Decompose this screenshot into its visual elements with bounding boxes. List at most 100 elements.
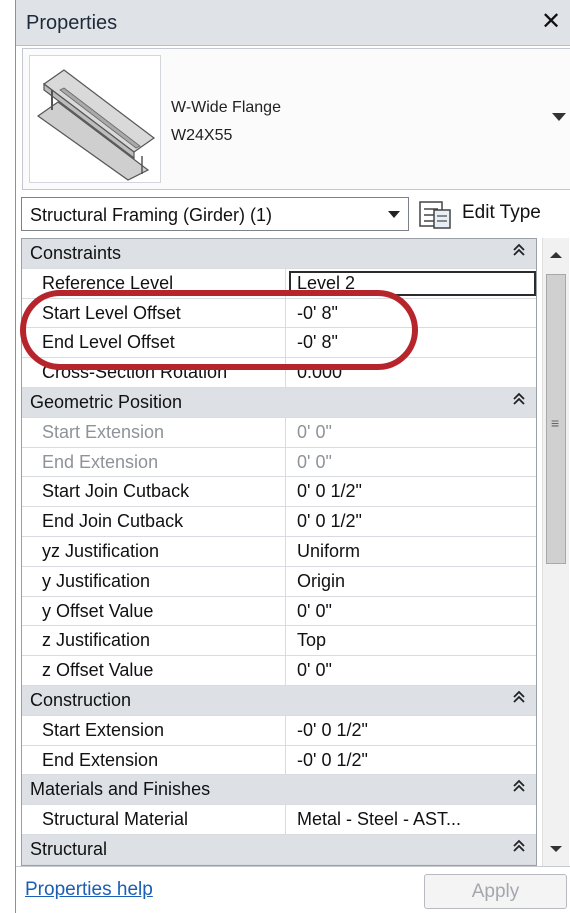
parameter-value: 0' 0" xyxy=(297,421,332,442)
parameter-name-cell: z Justification xyxy=(22,626,286,656)
parameter-value: -0' 8" xyxy=(297,302,338,323)
scroll-thumb[interactable]: ≡ xyxy=(546,274,566,564)
group-header[interactable]: Structural xyxy=(22,834,536,865)
parameter-row: z Offset Value 0' 0" xyxy=(22,656,536,686)
instance-filter-dropdown[interactable]: Structural Framing (Girder) (1) xyxy=(21,197,409,231)
group-label: Geometric Position xyxy=(30,391,183,412)
active-edit-field[interactable] xyxy=(289,270,536,296)
parameter-name: Start Extension xyxy=(42,719,165,740)
parameter-name: Structural Material xyxy=(42,809,189,830)
group-header[interactable]: Constraints xyxy=(22,239,536,269)
parameter-value: Uniform xyxy=(297,540,361,561)
parameter-value: -0' 0 1/2" xyxy=(297,749,368,770)
properties-palette: Properties ✕ W-Wide Flange W24X55 Struct… xyxy=(15,0,570,913)
parameter-name: y Offset Value xyxy=(42,600,154,621)
collapse-icon[interactable] xyxy=(512,839,526,857)
steel-beam-icon xyxy=(29,55,161,183)
parameter-value: 0' 0" xyxy=(297,451,332,472)
parameter-row: Start Level Offset -0' 8" xyxy=(22,298,536,329)
collapse-icon[interactable] xyxy=(512,243,526,261)
parameter-name: z Justification xyxy=(42,630,151,651)
parameter-row: End Join Cutback 0' 0 1/2" xyxy=(22,507,536,537)
parameter-name-cell: Start Join Cutback xyxy=(22,477,286,507)
parameter-name: End Extension xyxy=(42,451,159,472)
parameter-row: z Justification Top xyxy=(22,626,536,657)
parameter-name-cell: Structural Material xyxy=(22,805,286,834)
chevron-down-icon[interactable] xyxy=(388,211,400,218)
parameter-row: Reference Level Level 2 xyxy=(22,268,536,299)
parameter-name-cell: yz Justification xyxy=(22,536,286,566)
parameter-name-cell: Start Extension xyxy=(22,417,286,447)
parameter-value: Origin xyxy=(297,570,346,591)
edit-type-button[interactable]: Edit Type xyxy=(416,196,568,232)
group-header[interactable]: Construction xyxy=(22,685,536,716)
parameter-name-cell: End Join Cutback xyxy=(22,507,286,536)
type-family-label: W-Wide Flange xyxy=(171,99,281,116)
window-title: Properties xyxy=(26,12,118,34)
parameter-row: y Offset Value 0' 0" xyxy=(22,596,536,627)
vertical-scrollbar[interactable]: ≡ xyxy=(542,238,569,866)
collapse-icon[interactable] xyxy=(512,690,526,708)
parameter-value: 0' 0 1/2" xyxy=(297,511,362,532)
properties-grid: Constraints Reference Level Level 2 Start L… xyxy=(21,238,537,866)
parameter-name: Start Level Offset xyxy=(42,302,181,323)
parameter-row: End Level Offset -0' 8" xyxy=(22,328,536,359)
instance-filter-value: Structural Framing (Girder) (1) xyxy=(30,205,273,225)
scroll-up-icon[interactable] xyxy=(550,252,562,258)
parameter-name: Start Join Cutback xyxy=(42,481,190,502)
palette-footer: Properties help Apply xyxy=(16,866,570,913)
grip-icon: ≡ xyxy=(551,415,560,431)
parameter-name-cell: Cross-Section Rotation xyxy=(22,358,286,387)
parameter-name-cell: Reference Level xyxy=(22,268,286,298)
chevron-down-icon[interactable] xyxy=(552,113,566,121)
parameter-name: Cross-Section Rotation xyxy=(42,362,228,383)
title-bar[interactable]: Properties ✕ xyxy=(16,0,570,46)
parameter-value: Top xyxy=(297,630,327,651)
parameter-name-cell: End Level Offset xyxy=(22,328,286,358)
type-selector[interactable]: W-Wide Flange W24X55 xyxy=(22,48,570,190)
scroll-down-icon[interactable] xyxy=(550,846,562,852)
parameter-row: Start Extension -0' 0 1/2" xyxy=(22,715,536,746)
group-label: Materials and Finishes xyxy=(30,779,211,800)
group-label: Construction xyxy=(30,689,132,710)
parameter-name-cell: Start Level Offset xyxy=(22,298,286,328)
collapse-icon[interactable] xyxy=(512,392,526,410)
parameter-row: yz Justification Uniform xyxy=(22,536,536,567)
group-header[interactable]: Geometric Position xyxy=(22,387,536,418)
parameter-name: Start Extension xyxy=(42,421,165,442)
parameter-name: z Offset Value xyxy=(42,660,154,681)
parameter-name-cell: y Offset Value xyxy=(22,596,286,626)
collapse-icon[interactable] xyxy=(512,779,526,797)
type-name-label: W24X55 xyxy=(171,127,233,144)
parameter-value: 0' 0" xyxy=(297,660,332,681)
parameter-row: Cross-Section Rotation 0.000° xyxy=(22,358,536,388)
parameter-row: y Justification Origin xyxy=(22,566,536,597)
parameter-value: 0' 0" xyxy=(297,600,332,621)
parameter-name: Reference Level xyxy=(42,272,174,293)
parameter-value: 0.000° xyxy=(297,362,350,383)
properties-help-link[interactable]: Properties help xyxy=(25,879,153,901)
group-label: Structural xyxy=(30,838,108,859)
parameter-row: Start Extension 0' 0" xyxy=(22,417,536,448)
parameter-name-cell: End Extension xyxy=(22,447,286,477)
parameter-row: End Extension -0' 0 1/2" xyxy=(22,745,536,776)
parameter-row: Start Join Cutback 0' 0 1/2" xyxy=(22,477,536,508)
parameter-name: End Level Offset xyxy=(42,332,175,353)
parameter-name: yz Justification xyxy=(42,540,160,561)
parameter-value: -0' 0 1/2" xyxy=(297,719,368,740)
edit-type-icon xyxy=(419,201,451,229)
parameter-name: End Join Cutback xyxy=(42,511,184,532)
edit-type-label: Edit Type xyxy=(462,202,541,223)
apply-button[interactable]: Apply xyxy=(424,874,567,909)
parameter-name-cell: y Justification xyxy=(22,566,286,596)
parameter-name: y Justification xyxy=(42,570,151,591)
group-label: Constraints xyxy=(30,243,122,263)
parameter-value: -0' 8" xyxy=(297,332,338,353)
parameter-name-cell: End Extension xyxy=(22,745,286,775)
parameter-value: 0' 0 1/2" xyxy=(297,481,362,502)
parameter-name-cell: Start Extension xyxy=(22,715,286,745)
parameter-value: Metal - Steel - AST... xyxy=(297,809,462,830)
parameter-name: End Extension xyxy=(42,749,159,770)
close-icon[interactable]: ✕ xyxy=(537,8,565,36)
group-header[interactable]: Materials and Finishes xyxy=(22,775,536,806)
